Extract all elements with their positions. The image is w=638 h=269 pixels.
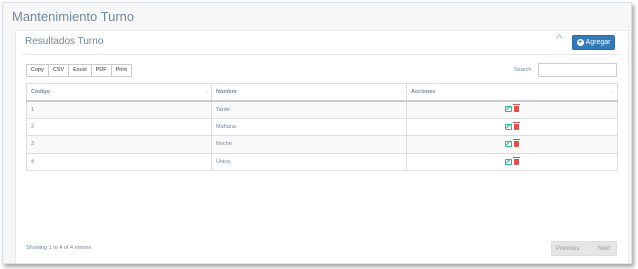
column-header-acciones[interactable]: Acciones ↓↑ (406, 83, 618, 102)
trash-icon[interactable] (513, 156, 520, 165)
chevron-up-icon[interactable]: ^ (556, 34, 563, 45)
panel-title: Resultados Turno (25, 36, 104, 47)
sort-icon: ↓↑ (400, 89, 404, 95)
plus-circle-icon: + (576, 39, 584, 46)
cell-actions (406, 152, 618, 171)
excel-button[interactable]: Excel (68, 64, 92, 77)
csv-button[interactable]: CSV (47, 64, 70, 77)
cell-actions (406, 100, 618, 119)
edit-icon[interactable] (505, 106, 512, 113)
table-row: 4 Único (26, 152, 618, 171)
table-row: 1 Tarde (26, 100, 618, 119)
table-header-row: Código ↓↑ Nombre ↓↑ Acciones ↓↑ (26, 83, 618, 102)
trash-icon[interactable] (513, 104, 520, 113)
cell-nombre: Único (211, 152, 407, 171)
search-input[interactable] (538, 63, 617, 77)
cell-codigo: 1 (26, 100, 212, 119)
copy-button[interactable]: Copy (26, 64, 49, 77)
sort-icon: ↓↑ (611, 89, 615, 95)
cell-codigo: 3 (26, 135, 212, 154)
trash-icon[interactable] (513, 139, 520, 148)
pdf-button[interactable]: PDF (90, 64, 112, 77)
print-button[interactable]: Print (110, 64, 132, 77)
table-row: 2 Mañana (26, 117, 618, 136)
trash-icon[interactable] (513, 121, 520, 130)
next-button[interactable]: Next (592, 246, 610, 252)
edit-icon[interactable] (505, 141, 512, 148)
results-panel: Resultados Turno ^ + Agregar Copy CSV Ex… (15, 30, 629, 264)
app-window: Mantenimiento Turno Resultados Turno ^ +… (2, 2, 632, 264)
pagination: Previous Next (551, 241, 617, 256)
edit-icon[interactable] (505, 158, 512, 165)
sort-icon: ↓↑ (205, 89, 209, 95)
edit-icon[interactable] (505, 123, 512, 130)
export-buttons: Copy CSV Excel PDF Print (26, 64, 132, 77)
cell-nombre: Mañana (211, 117, 407, 136)
cell-actions (406, 135, 618, 154)
table-info: Showing 1 to 4 of 4 entries (26, 245, 92, 251)
add-button[interactable]: + Agregar (572, 35, 615, 50)
cell-nombre: Noche (211, 135, 407, 154)
cell-codigo: 2 (26, 117, 212, 136)
add-button-label: Agregar (585, 39, 611, 46)
cell-codigo: 4 (26, 152, 212, 171)
column-header-nombre[interactable]: Nombre ↓↑ (211, 83, 407, 102)
column-header-codigo[interactable]: Código ↓↑ (26, 83, 212, 102)
divider (22, 54, 622, 55)
cell-actions (406, 117, 618, 136)
cell-nombre: Tarde (211, 100, 407, 119)
table-row: 3 Noche (26, 135, 618, 154)
results-table: Código ↓↑ Nombre ↓↑ Acciones ↓↑ 1 Tarde 2 M… (26, 83, 618, 171)
previous-button[interactable]: Previous (552, 246, 592, 252)
page-title: Mantenimiento Turno (12, 9, 135, 24)
search-label: Search (514, 67, 532, 73)
